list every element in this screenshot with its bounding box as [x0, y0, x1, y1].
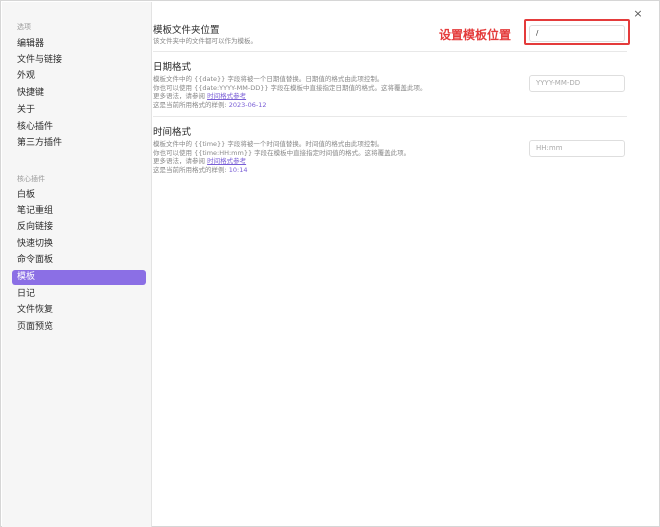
date-format-input[interactable]: YYYY-MM-DD [529, 75, 625, 92]
sample-prefix: 这是当前所用格式的样例: [153, 165, 229, 174]
sample-value: 2023-06-12 [228, 100, 267, 109]
more-prefix: 更多语法，请参阅 [153, 92, 208, 100]
setting-time-format: 时间格式 模板文件中的 {{time}} 字段将被一个时间值替换。时间值的格式由… [153, 124, 523, 174]
sidebar-item-templates[interactable]: 模板 [12, 270, 146, 285]
close-icon[interactable]: × [632, 8, 644, 20]
sidebar-item-community-plugins[interactable]: 第三方插件 [12, 136, 146, 151]
setting-sample: 这是当前所用格式的样例: 2023-06-12 [153, 101, 523, 110]
settings-window: 选项 编辑器 文件与链接 外观 快捷键 关于 核心插件 第三方插件 核心插件 白… [0, 0, 660, 527]
highlight-box [524, 19, 630, 45]
setting-description-line2: 你也可以使用 {{time:HH:mm}} 字段在模板中直接指定时间值的格式。这… [153, 148, 411, 157]
setting-name: 时间格式 [153, 127, 192, 138]
format-reference-link[interactable]: 时间格式参考 [207, 92, 246, 100]
sidebar-item-backlinks[interactable]: 反向链接 [12, 220, 146, 235]
annotation-label: 设置模板位置 [439, 28, 512, 42]
settings-sidebar: 选项 编辑器 文件与链接 外观 快捷键 关于 核心插件 第三方插件 核心插件 白… [2, 2, 152, 527]
more-prefix: 更多语法，请参阅 [153, 157, 208, 165]
divider [153, 116, 627, 117]
sidebar-item-core-plugins[interactable]: 核心插件 [12, 120, 146, 135]
setting-name: 日期格式 [153, 62, 192, 73]
sidebar-item-canvas[interactable]: 白板 [12, 188, 146, 203]
setting-date-format: 日期格式 模板文件中的 {{date}} 字段将被一个日期值替换。日期值的格式由… [153, 59, 523, 109]
plugins-section-title: 核心插件 [17, 175, 45, 183]
sidebar-item-appearance[interactable]: 外观 [12, 69, 146, 84]
divider [153, 51, 627, 52]
sidebar-item-about[interactable]: 关于 [12, 103, 146, 118]
setting-description-line1: 模板文件中的 {{time}} 字段将被一个时间值替换。时间值的格式由此项控制。 [153, 140, 384, 148]
sidebar-item-hotkeys[interactable]: 快捷键 [12, 86, 146, 101]
setting-description-line2: 你也可以使用 {{date:YYYY-MM-DD}} 字段在模板中直接指定日期值… [153, 83, 427, 92]
setting-sample: 这是当前所用格式的样例: 10:14 [153, 166, 523, 175]
sidebar-item-files-links[interactable]: 文件与链接 [12, 53, 146, 68]
sidebar-item-page-preview[interactable]: 页面预览 [12, 320, 146, 335]
sample-value: 10:14 [228, 165, 248, 174]
sidebar-item-file-recovery[interactable]: 文件恢复 [12, 303, 146, 318]
sidebar-item-command-palette[interactable]: 命令面板 [12, 253, 146, 268]
sidebar-item-editor[interactable]: 编辑器 [12, 37, 146, 52]
setting-more-syntax: 更多语法，请参阅 时间格式参考 [153, 92, 523, 101]
sidebar-item-daily-notes[interactable]: 日记 [12, 287, 146, 302]
sidebar-item-quick-switcher[interactable]: 快速切换 [12, 237, 146, 252]
sample-prefix: 这是当前所用格式的样例: [153, 100, 229, 109]
options-section-title: 选项 [17, 23, 31, 31]
time-format-input[interactable]: HH:mm [529, 140, 625, 157]
sidebar-item-note-composer[interactable]: 笔记重组 [12, 204, 146, 219]
setting-more-syntax: 更多语法，请参阅 时间格式参考 [153, 157, 523, 166]
setting-description-line1: 模板文件中的 {{date}} 字段将被一个日期值替换。日期值的格式由此项控制。 [153, 75, 384, 83]
format-reference-link[interactable]: 时间格式参考 [207, 157, 246, 165]
